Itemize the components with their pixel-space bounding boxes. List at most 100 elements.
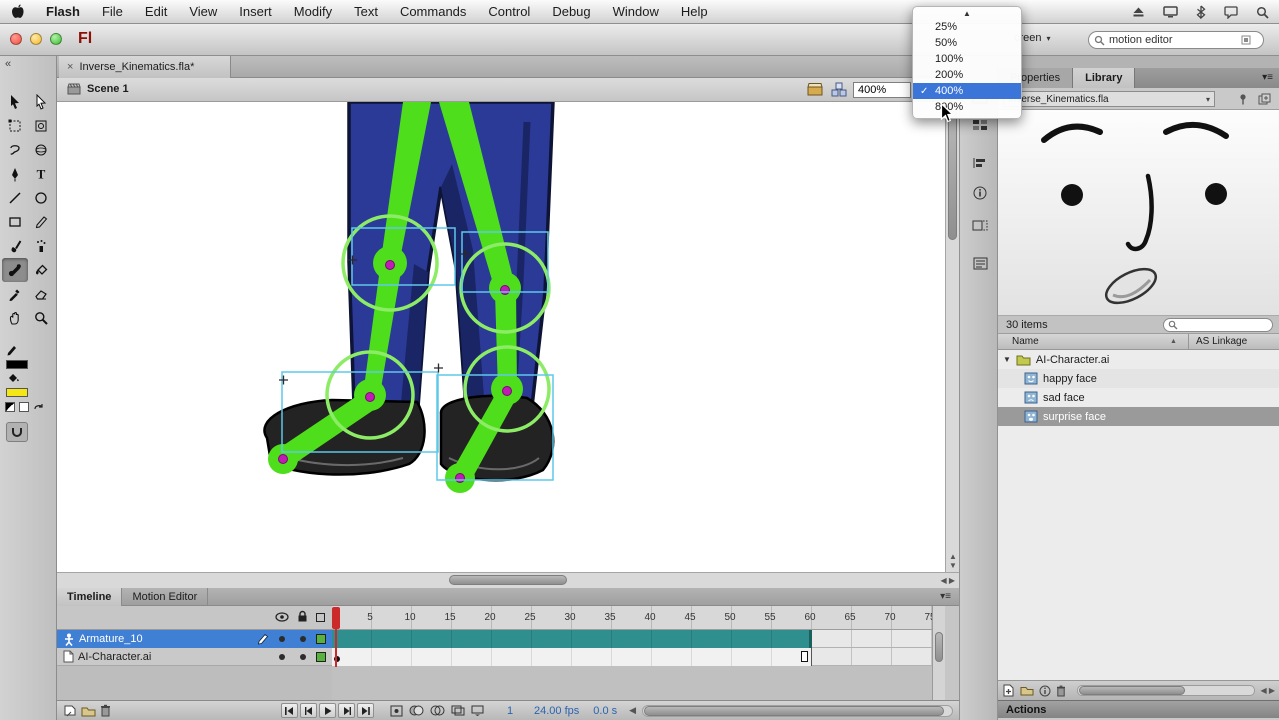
- library-horizontal-scrollbar[interactable]: [1077, 685, 1255, 696]
- layer-outline-color-chip[interactable]: [316, 652, 326, 662]
- outline-layers-icon[interactable]: [316, 613, 325, 622]
- text-tool[interactable]: T: [28, 162, 54, 186]
- panel-menu-icon[interactable]: ▾≡: [940, 591, 951, 602]
- layer-lock-dot[interactable]: [300, 636, 306, 642]
- rectangle-tool[interactable]: [2, 210, 28, 234]
- align-panel-icon[interactable]: [968, 152, 992, 174]
- timeline-frames-area[interactable]: 5 10 15 20 25 30 35 40 45 50 55 60 65 70…: [332, 606, 945, 700]
- delete-layer-icon[interactable]: [100, 704, 111, 717]
- tab-library[interactable]: Library: [1073, 68, 1135, 88]
- step-back-button[interactable]: [300, 703, 317, 718]
- zoom-tool[interactable]: [28, 306, 54, 330]
- delete-item-icon[interactable]: [1056, 685, 1066, 697]
- layer-lock-dot[interactable]: [300, 654, 306, 660]
- vertical-scroll-arrows[interactable]: ▲▼: [946, 552, 960, 570]
- fill-color-control[interactable]: [6, 372, 28, 402]
- gradient-transform-tool[interactable]: [28, 114, 54, 138]
- menu-item-help[interactable]: Help: [670, 0, 719, 24]
- menu-item-file[interactable]: File: [91, 0, 134, 24]
- vertical-scroll-thumb[interactable]: [948, 110, 957, 240]
- menu-item-flash[interactable]: Flash: [35, 0, 91, 24]
- spray-brush-tool[interactable]: [28, 234, 54, 258]
- frame-rate-value[interactable]: 24.00 fps: [534, 705, 579, 717]
- menu-item-view[interactable]: View: [178, 0, 228, 24]
- timeline-scroll-left-arrow[interactable]: ◀: [629, 705, 636, 716]
- oval-tool[interactable]: [28, 186, 54, 210]
- swap-colors-icon[interactable]: [33, 402, 45, 413]
- menu-item-control[interactable]: Control: [477, 0, 541, 24]
- eraser-tool[interactable]: [28, 282, 54, 306]
- window-title-bar[interactable]: Fl creen ▾: [0, 24, 1279, 56]
- eject-icon[interactable]: [1132, 6, 1145, 18]
- subselection-tool[interactable]: [28, 90, 54, 114]
- stage-vertical-scrollbar[interactable]: ▲▼: [945, 102, 959, 572]
- horizontal-scroll-thumb[interactable]: [449, 575, 567, 585]
- lasso-tool[interactable]: [2, 138, 28, 162]
- paint-bucket-tool[interactable]: [28, 258, 54, 282]
- stage-horizontal-scrollbar[interactable]: ◀ ▶: [57, 572, 959, 588]
- playhead-marker[interactable]: [332, 607, 340, 629]
- brush-tool[interactable]: [2, 234, 28, 258]
- timeline-hscroll-thumb[interactable]: [644, 706, 944, 716]
- character-artwork[interactable]: [227, 102, 567, 572]
- zoom-option-50[interactable]: 50%: [913, 35, 1021, 51]
- library-item-sad-face[interactable]: sad face: [998, 388, 1279, 407]
- horizontal-scroll-arrows[interactable]: ◀ ▶: [940, 576, 955, 585]
- center-frame-icon[interactable]: [390, 705, 403, 717]
- edit-scene-button[interactable]: [807, 82, 824, 97]
- breadcrumb-scene-label[interactable]: Scene 1: [87, 83, 129, 95]
- onion-skin-icon[interactable]: [409, 705, 424, 716]
- fill-color-swatch[interactable]: [6, 388, 28, 397]
- zoom-option-100[interactable]: 100%: [913, 51, 1021, 67]
- layer-outline-color-chip[interactable]: [316, 634, 326, 644]
- new-layer-icon[interactable]: [63, 704, 77, 717]
- library-item-surprise-face[interactable]: surprise face: [998, 407, 1279, 426]
- bone-tool[interactable]: [2, 258, 28, 282]
- library-column-headers[interactable]: Name ▲ AS Linkage: [998, 334, 1279, 350]
- onion-skin-outlines-icon[interactable]: [430, 705, 445, 716]
- modify-markers-icon[interactable]: [471, 705, 484, 716]
- zoom-level-input[interactable]: [854, 83, 910, 97]
- zoom-option-400[interactable]: ✓400%: [913, 83, 1021, 99]
- zoom-window-button[interactable]: [50, 33, 62, 45]
- 3d-rotation-tool[interactable]: [28, 138, 54, 162]
- history-panel-icon[interactable]: [968, 252, 992, 274]
- menu-item-debug[interactable]: Debug: [541, 0, 601, 24]
- edit-multiple-frames-icon[interactable]: [451, 705, 465, 716]
- go-to-first-frame-button[interactable]: [281, 703, 298, 718]
- frame-ruler[interactable]: 5 10 15 20 25 30 35 40 45 50 55 60 65 70…: [332, 606, 945, 630]
- stroke-color-swatch[interactable]: [6, 360, 28, 369]
- eyedropper-tool[interactable]: [2, 282, 28, 306]
- zoom-level-combobox[interactable]: [853, 82, 911, 98]
- armature-frame-span[interactable]: [332, 630, 812, 648]
- no-color-icon[interactable]: [19, 402, 29, 412]
- column-as-linkage[interactable]: AS Linkage: [1196, 336, 1247, 347]
- tab-timeline[interactable]: Timeline: [57, 588, 122, 606]
- edit-symbols-button[interactable]: [831, 82, 848, 97]
- library-scroll-arrows[interactable]: ◀ ▶: [1260, 686, 1275, 695]
- pen-tool[interactable]: [2, 162, 28, 186]
- go-to-last-frame-button[interactable]: [357, 703, 374, 718]
- new-symbol-icon[interactable]: [1002, 684, 1015, 697]
- timeline-vertical-scrollbar[interactable]: [932, 606, 945, 700]
- hand-tool[interactable]: [2, 306, 28, 330]
- bluetooth-icon[interactable]: [1196, 5, 1206, 19]
- ichat-icon[interactable]: [1224, 6, 1238, 19]
- search-input[interactable]: [1109, 34, 1237, 46]
- spotlight-icon[interactable]: [1256, 6, 1269, 19]
- zoom-option-200[interactable]: 200%: [913, 67, 1021, 83]
- menu-item-modify[interactable]: Modify: [283, 0, 343, 24]
- library-item-happy-face[interactable]: happy face: [998, 369, 1279, 388]
- search-filter-icon[interactable]: [1241, 35, 1251, 45]
- document-tab[interactable]: × Inverse_Kinematics.fla*: [59, 56, 231, 78]
- tab-motion-editor[interactable]: Motion Editor: [122, 588, 208, 606]
- line-tool[interactable]: [2, 186, 28, 210]
- menu-item-text[interactable]: Text: [343, 0, 389, 24]
- menu-scroll-up-icon[interactable]: ▲: [913, 7, 1021, 19]
- static-frame-span[interactable]: [332, 648, 812, 666]
- minimize-window-button[interactable]: [30, 33, 42, 45]
- new-folder-icon[interactable]: [81, 705, 96, 717]
- item-properties-icon[interactable]: [1039, 685, 1051, 697]
- apple-menu-icon[interactable]: [0, 0, 35, 24]
- zoom-option-25[interactable]: 25%: [913, 19, 1021, 35]
